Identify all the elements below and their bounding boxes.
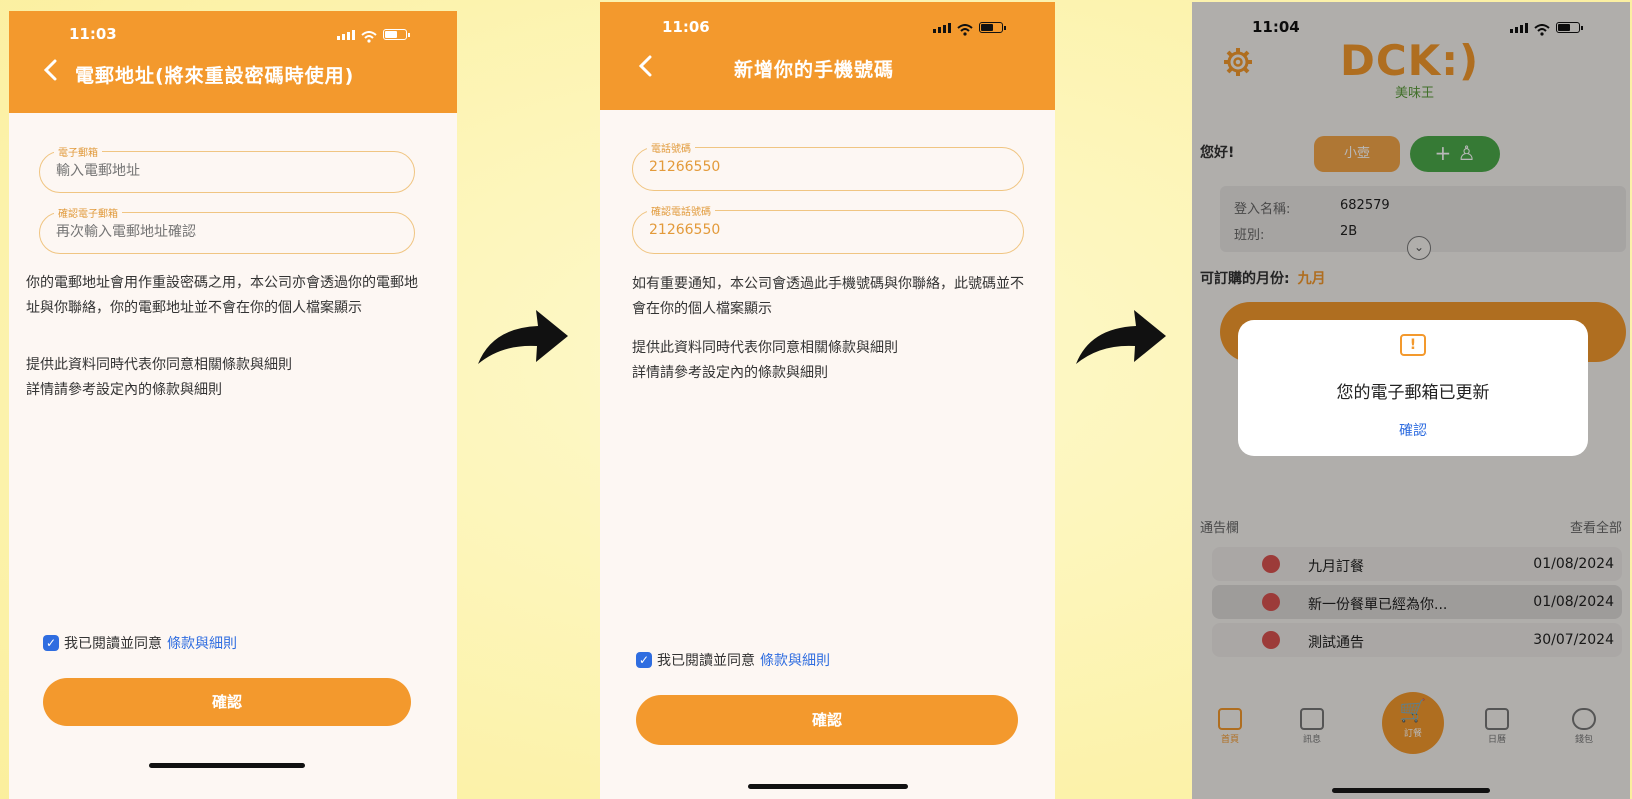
confirm-email-field[interactable]: 確認電子郵箱 [39,205,415,254]
terms-note-line2: 詳情請參考設定內的條款與細則 [632,365,828,381]
phone-label: 電話號碼 [647,140,695,155]
terms-note: 提供此資料同時代表你同意相關條款與細則 詳情請參考設定內的條款與細則 [26,353,421,403]
checkbox-checked-icon[interactable]: ✓ [43,635,59,651]
phone-field[interactable]: 電話號碼 [632,140,1024,191]
page-title: 電郵地址(將來重設密碼時使用) [75,65,355,87]
page-title: 新增你的手機號碼 [734,59,895,81]
agree-row[interactable]: ✓ 我已閱讀並同意 條款與細則 [43,633,237,653]
battery-icon [979,22,1006,33]
arrow-right-icon [1076,310,1166,364]
battery-icon [383,29,410,40]
home-indicator [149,763,305,768]
terms-link[interactable]: 條款與細則 [167,633,237,653]
confirm-button[interactable]: 確認 [636,695,1018,745]
checkbox-checked-icon[interactable]: ✓ [636,652,652,668]
confirm-phone-input[interactable] [649,222,981,238]
back-icon[interactable] [638,55,652,81]
status-time: 11:06 [662,18,710,36]
agree-text: 我已閱讀並同意 [657,653,755,669]
status-icons [337,28,410,43]
email-input[interactable] [56,163,374,179]
confirm-email-label: 確認電子郵箱 [54,205,122,220]
phone-info-text: 如有重要通知，本公司會透過此手機號碼與你聯絡，此號碼並不會在你的個人檔案顯示 [632,276,1024,317]
confirm-email-input[interactable] [56,224,374,240]
confirm-phone-label: 確認電話號碼 [647,203,715,218]
home-screen: 11:04 DCK:) 美味王 您好! 小壺 + ♙ 登入名稱: 682579 … [1192,2,1630,799]
terms-link[interactable]: 條款與細則 [760,650,830,670]
dialog-message: 您的電子郵箱已更新 [1336,383,1490,403]
back-icon[interactable] [43,59,57,85]
home-indicator [1332,788,1490,793]
email-screen: 11:03 電郵地址(將來重設密碼時使用) 電子郵箱 確認電子郵箱 你的電郵地址… [9,11,457,799]
terms-note-line1: 提供此資料同時代表你同意相關條款與細則 [632,340,898,356]
message-alert-icon: ! [1400,334,1426,356]
wifi-icon [361,28,377,43]
status-icons [933,21,1006,36]
phone-screen: 11:06 新增你的手機號碼 電話號碼 確認電話號碼 如有重要通知，本公司會透過… [600,2,1055,799]
header-bar: 11:06 新增你的手機號碼 [600,2,1055,110]
email-label: 電子郵箱 [54,144,102,159]
confirm-button[interactable]: 確認 [43,678,411,726]
arrow-right-icon [478,310,568,364]
wifi-icon [957,21,973,36]
email-field[interactable]: 電子郵箱 [39,144,415,193]
agree-text: 我已閱讀並同意 [64,636,162,652]
confirm-phone-field[interactable]: 確認電話號碼 [632,203,1024,254]
terms-note: 提供此資料同時代表你同意相關條款與細則 詳情請參考設定內的條款與細則 [632,336,1027,386]
phone-input[interactable] [649,159,981,175]
email-info-text: 你的電郵地址會用作重設密碼之用，本公司亦會透過你的電郵地址與你聯絡，你的電郵地址… [26,275,418,316]
dialog-confirm-button[interactable]: 確認 [1238,420,1588,440]
terms-note-line1: 提供此資料同時代表你同意相關條款與細則 [26,357,292,373]
signal-icon [337,30,355,40]
header-bar: 11:03 電郵地址(將來重設密碼時使用) [9,11,457,113]
agree-row[interactable]: ✓ 我已閱讀並同意 條款與細則 [636,650,830,670]
status-time: 11:03 [69,25,117,43]
terms-note-line2: 詳情請參考設定內的條款與細則 [26,382,222,398]
signal-icon [933,23,951,33]
home-indicator [748,784,908,789]
alert-dialog: ! 您的電子郵箱已更新 確認 [1238,320,1588,456]
